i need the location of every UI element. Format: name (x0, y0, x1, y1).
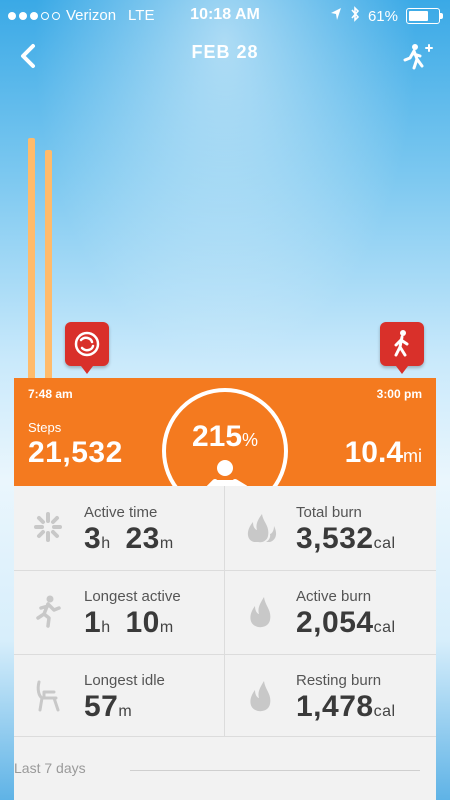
divider (224, 486, 225, 736)
activity-bar (45, 150, 52, 378)
location-icon (330, 7, 342, 25)
stat-label: Longest idle (84, 672, 165, 689)
stat-active-burn[interactable]: Active burn 2,054cal (226, 570, 436, 654)
activity-bar (28, 138, 35, 378)
goal-percent: 215% (166, 420, 284, 454)
percent-number: 215 (191, 420, 243, 453)
stat-active-time[interactable]: Active time 3h 23m (14, 486, 224, 570)
stat-value: 1,478cal (296, 690, 396, 723)
last-7-days-divider (130, 770, 420, 771)
runner-icon (32, 594, 64, 628)
flame-icon (244, 594, 276, 628)
bluetooth-icon (350, 6, 360, 26)
stat-value: 3,532cal (296, 522, 396, 555)
stat-label: Active burn (296, 588, 372, 605)
stat-label: Resting burn (296, 672, 382, 689)
distance-value: 10.4mi (345, 436, 422, 470)
status-bar: Verizon LTE 10:18 AM 61% (0, 0, 450, 30)
steps-label: Steps (28, 420, 62, 435)
percent-symbol: % (242, 430, 259, 450)
stat-value: 2,054cal (296, 606, 396, 639)
stat-label: Total burn (296, 504, 362, 521)
nav-bar: FEB 28 (0, 32, 450, 80)
battery-percent: 61% (367, 7, 398, 25)
flames-icon (244, 510, 277, 544)
zumba-icon (74, 331, 100, 357)
page-title: FEB 28 (191, 42, 259, 62)
stat-label: Longest active (84, 588, 181, 605)
flame-icon (244, 678, 276, 712)
stat-longest-active[interactable]: Longest active 1h 10m (14, 570, 224, 654)
start-time: 7:48 am (28, 387, 73, 401)
walking-icon (394, 330, 409, 357)
distance-number: 10.4 (344, 436, 403, 469)
stat-resting-burn[interactable]: Resting burn 1,478cal (226, 654, 436, 738)
stat-label: Active time (84, 504, 158, 521)
stat-value: 57m (84, 690, 133, 723)
steps-value: 21,532 (28, 436, 123, 469)
zumba-marker[interactable] (65, 322, 109, 374)
walking-marker[interactable] (380, 322, 424, 374)
stat-longest-idle[interactable]: Longest idle 57m (14, 654, 224, 738)
add-activity-icon[interactable] (402, 42, 434, 72)
distance-unit: mi (403, 446, 422, 466)
stats-grid: Active time 3h 23m Total burn 3,532cal L… (14, 486, 436, 800)
stat-value: 1h 10m (84, 606, 174, 639)
chair-icon (32, 678, 64, 712)
end-time: 3:00 pm (376, 387, 422, 401)
battery-icon (406, 8, 443, 24)
last-7-days-label: Last 7 days (14, 760, 86, 776)
stat-total-burn[interactable]: Total burn 3,532cal (226, 486, 436, 570)
active-time-icon (32, 510, 64, 544)
stat-value: 3h 23m (84, 522, 174, 555)
